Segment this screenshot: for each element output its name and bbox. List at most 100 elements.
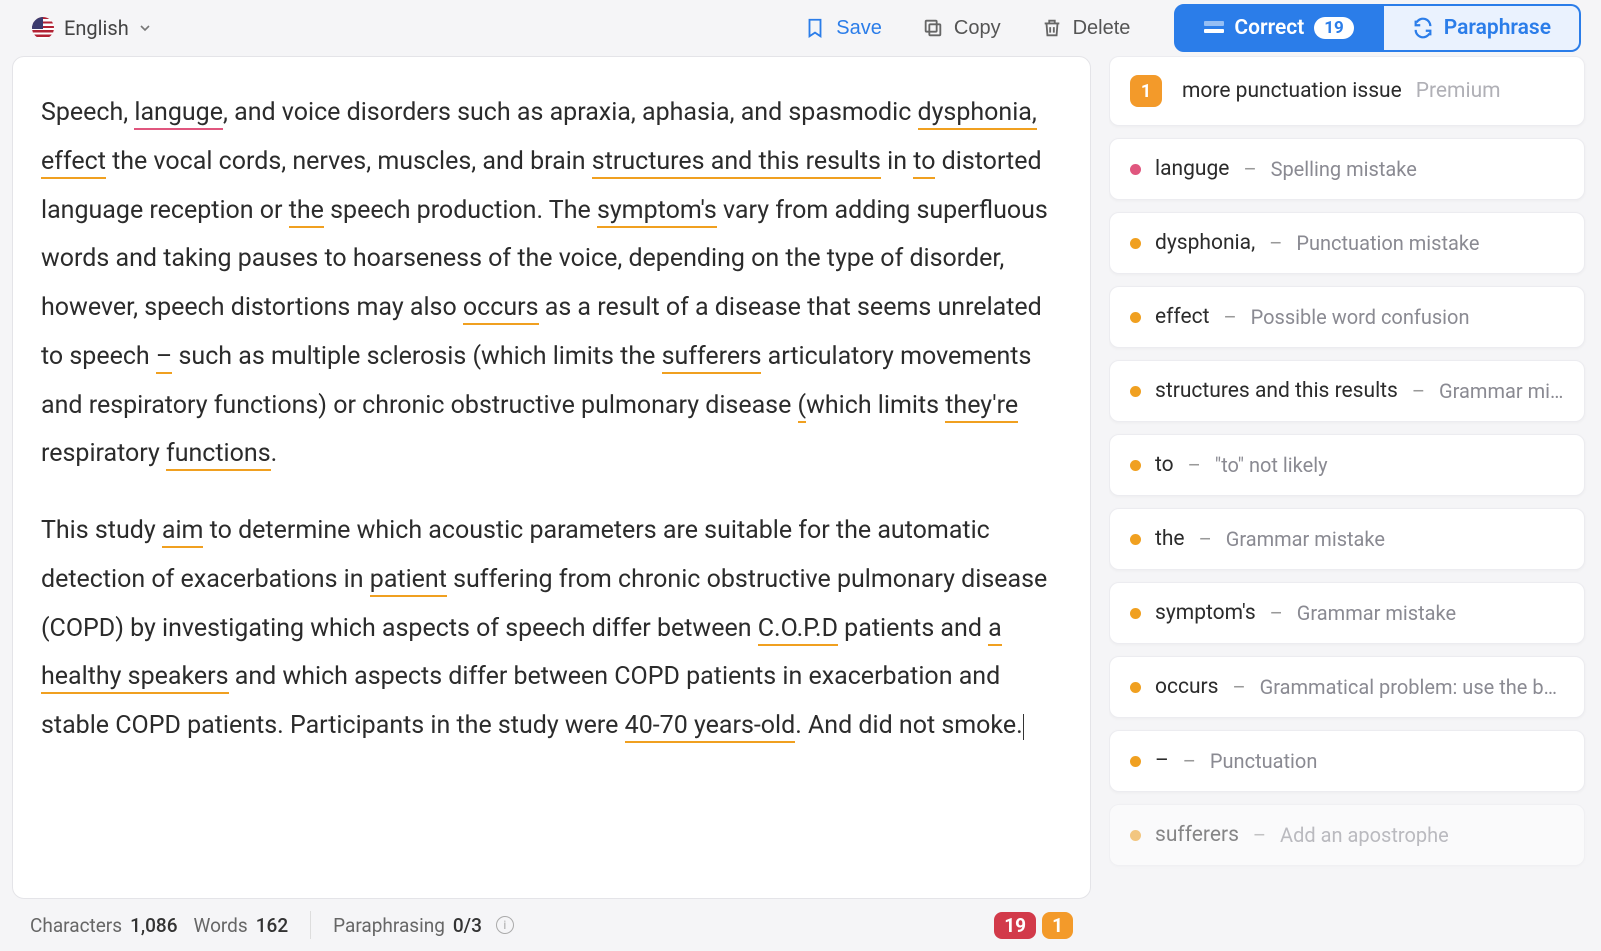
issue-dash: – (1224, 305, 1237, 329)
issue-card[interactable]: dysphonia,–Punctuation mistake (1109, 212, 1585, 274)
bookmark-icon (804, 17, 826, 39)
save-label: Save (836, 17, 882, 40)
paraphrase-tab[interactable]: Paraphrase (1384, 4, 1581, 52)
err-theyre[interactable]: they're (945, 391, 1018, 423)
issue-dash: – (1243, 157, 1256, 181)
err-aim[interactable]: aim (162, 516, 204, 548)
delete-button[interactable]: Delete (1025, 9, 1147, 48)
issue-dot-icon (1130, 608, 1141, 619)
chars-label: Characters (30, 914, 122, 937)
err-patient[interactable]: patient (370, 565, 447, 597)
premium-text: more punctuation issue (1182, 79, 1402, 103)
issue-term: to (1155, 453, 1174, 477)
issue-dash: – (1199, 527, 1212, 551)
err-the[interactable]: the (289, 196, 324, 228)
paraphrasing-label: Paraphrasing (333, 914, 445, 937)
us-flag-icon (32, 17, 54, 39)
copy-label: Copy (954, 17, 1001, 40)
trash-icon (1041, 17, 1063, 39)
issue-term: structures and this results (1155, 379, 1398, 403)
issue-premium[interactable]: 1 more punctuation issue Premium (1109, 56, 1585, 126)
language-label: English (64, 16, 129, 40)
err-structures[interactable]: structures and this results (592, 147, 881, 179)
issue-dash: – (1270, 601, 1283, 625)
words-value: 162 (256, 914, 288, 937)
status-bar: Characters 1,086 Words 162 Paraphrasing … (12, 899, 1091, 951)
issue-message: Grammar mi… (1439, 379, 1563, 403)
editor[interactable]: Speech, languge, and voice disorders suc… (12, 56, 1091, 899)
copy-icon (922, 17, 944, 39)
issue-term: symptom's (1155, 601, 1256, 625)
issue-dot-icon (1130, 682, 1141, 693)
err-occurs[interactable]: occurs (463, 293, 539, 325)
err-dash[interactable]: – (156, 342, 172, 374)
words-label: Words (194, 914, 248, 937)
issue-card[interactable]: ––Punctuation (1109, 730, 1585, 792)
issue-term: the (1155, 527, 1185, 551)
issue-message: Grammatical problem: use the bas… (1260, 675, 1564, 699)
issue-term: occurs (1155, 675, 1219, 699)
issue-dot-icon (1130, 756, 1141, 767)
issue-dash: – (1183, 749, 1196, 773)
paragraph-1: Speech, languge, and voice disorders suc… (41, 89, 1062, 479)
issue-card[interactable]: symptom's–Grammar mistake (1109, 582, 1585, 644)
issues-panel: 1 more punctuation issue Premium languge… (1109, 56, 1589, 899)
issue-message: Punctuation mistake (1296, 231, 1479, 255)
err-effect[interactable]: effect (41, 147, 106, 179)
issue-card[interactable]: occurs–Grammatical problem: use the bas… (1109, 656, 1585, 718)
issue-term: – (1155, 749, 1169, 773)
issue-dot-icon (1130, 534, 1141, 545)
issue-dash: – (1233, 675, 1246, 699)
issue-message: Grammar mistake (1297, 601, 1456, 625)
issue-message: Add an apostrophe (1280, 823, 1449, 847)
issue-dot-icon (1130, 312, 1141, 323)
save-button[interactable]: Save (788, 9, 898, 48)
toolbar: English Save Copy Delete Correct 19 Para… (12, 0, 1589, 56)
issue-card[interactable]: effect–Possible word confusion (1109, 286, 1585, 348)
issue-card[interactable]: to–"to" not likely (1109, 434, 1585, 496)
issue-dot-icon (1130, 238, 1141, 249)
issue-message: Punctuation (1210, 749, 1317, 773)
paraphrase-icon (1412, 17, 1434, 39)
paragraph-2: This study aim to determine which acoust… (41, 507, 1062, 751)
err-functions[interactable]: functions (166, 439, 271, 471)
err-copd[interactable]: C.O.P.D (758, 614, 838, 646)
delete-label: Delete (1073, 17, 1131, 40)
error-count-badge[interactable]: 19 (994, 912, 1036, 939)
correct-icon (1204, 21, 1224, 35)
err-dysphonia[interactable]: dysphonia, (918, 98, 1037, 130)
correct-tab[interactable]: Correct 19 (1174, 4, 1383, 52)
paraphrase-label: Paraphrase (1444, 16, 1551, 40)
chars-value: 1,086 (130, 914, 177, 937)
err-paren[interactable]: ( (798, 391, 807, 423)
issue-card[interactable]: the–Grammar mistake (1109, 508, 1585, 570)
issue-term: sufferers (1155, 823, 1239, 847)
err-sufferers[interactable]: sufferers (662, 342, 762, 374)
issue-dot-icon (1130, 164, 1141, 175)
correct-label: Correct (1234, 16, 1304, 40)
err-to[interactable]: to (913, 147, 935, 179)
language-selector[interactable]: English (20, 10, 163, 46)
err-symptoms[interactable]: symptom's (597, 196, 717, 228)
err-age[interactable]: 40-70 years-old (625, 711, 796, 743)
issue-card[interactable]: structures and this results–Grammar mi… (1109, 360, 1585, 422)
premium-count-badge: 1 (1130, 75, 1162, 107)
correct-count: 19 (1314, 17, 1354, 39)
issue-term: effect (1155, 305, 1210, 329)
premium-label: Premium (1416, 79, 1501, 103)
issue-card[interactable]: languge–Spelling mistake (1109, 138, 1585, 200)
issue-dot-icon (1130, 830, 1141, 841)
issue-term: dysphonia, (1155, 231, 1255, 255)
copy-button[interactable]: Copy (906, 9, 1017, 48)
issue-term: languge (1155, 157, 1229, 181)
issue-dash: – (1253, 823, 1266, 847)
issue-card[interactable]: sufferers–Add an apostrophe (1109, 804, 1585, 866)
warning-count-badge[interactable]: 1 (1042, 912, 1073, 939)
issue-dot-icon (1130, 386, 1141, 397)
issue-message: Possible word confusion (1251, 305, 1470, 329)
paraphrasing-value: 0/3 (453, 914, 482, 937)
issue-dash: – (1188, 453, 1201, 477)
issue-message: "to" not likely (1215, 453, 1328, 477)
err-languge[interactable]: languge (134, 98, 223, 130)
info-icon[interactable]: i (496, 916, 514, 934)
